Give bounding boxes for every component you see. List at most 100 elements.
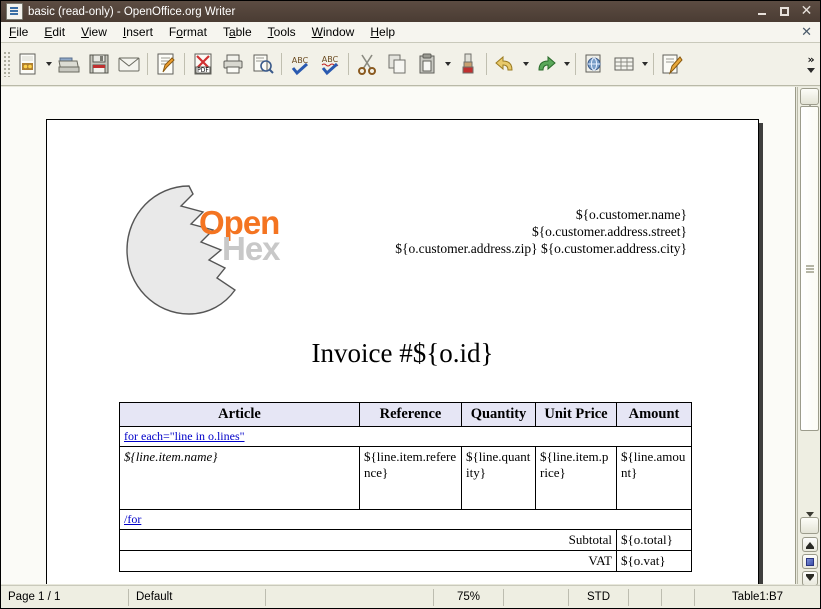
toolbar-separator [575, 53, 576, 75]
table-header-row: Article Reference Quantity Unit Price Am… [120, 403, 692, 427]
logo-word-hex: Hex [222, 230, 280, 268]
minimize-button[interactable] [756, 5, 769, 18]
clone-formatting-icon[interactable] [453, 49, 483, 79]
status-table-cell: Table1:B7 [695, 589, 820, 606]
undo-icon[interactable] [490, 49, 520, 79]
toolbar-grip[interactable] [3, 51, 11, 77]
cell-unit-price[interactable]: ${line.item.price} [536, 447, 617, 510]
customer-street: ${o.customer.address.street} [395, 223, 687, 240]
menu-window[interactable]: Window [304, 23, 363, 41]
chevron-down-icon [806, 517, 814, 535]
cell-article[interactable]: ${line.item.name} [120, 447, 360, 510]
next-page-icon [806, 576, 814, 581]
toolbar-separator [486, 53, 487, 75]
cell-quantity[interactable]: ${line.quantity} [462, 447, 536, 510]
insert-table-dropdown[interactable] [639, 49, 650, 79]
end-for-tag[interactable]: /for [124, 512, 141, 526]
scroll-up-button[interactable] [800, 88, 819, 105]
customer-name: ${o.customer.name} [395, 206, 687, 223]
svg-text:ABC: ABC [322, 55, 339, 64]
cell-reference[interactable]: ${line.item.reference} [360, 447, 462, 510]
new-document-icon[interactable] [13, 49, 43, 79]
previous-page-icon [806, 542, 814, 547]
openhex-logo: Open Hex [117, 182, 277, 322]
close-window-button[interactable]: ✕ [800, 5, 813, 18]
insert-table-icon[interactable] [609, 49, 639, 79]
status-language [266, 589, 434, 606]
vat-value[interactable]: ${o.vat} [617, 551, 692, 572]
customer-address-block: ${o.customer.name} ${o.customer.address.… [395, 206, 687, 257]
scrollbar-thumb[interactable] [800, 106, 819, 431]
status-layout-view [504, 589, 569, 606]
table-row: ${line.item.name} ${line.item.reference}… [120, 447, 692, 510]
for-each-tag[interactable]: for each="line in o.lines" [124, 429, 245, 443]
hyperlink-icon[interactable] [579, 49, 609, 79]
redo-icon[interactable] [531, 49, 561, 79]
spelling-icon[interactable]: ABC [285, 49, 315, 79]
email-document-icon[interactable] [114, 49, 144, 79]
toolbar-separator [147, 53, 148, 75]
print-preview-icon[interactable] [248, 49, 278, 79]
svg-text:PDF: PDF [197, 67, 209, 74]
loop-end-cell[interactable]: /for [120, 510, 692, 530]
cut-icon[interactable] [352, 49, 382, 79]
paste-icon[interactable] [412, 49, 442, 79]
close-document-button[interactable]: ✕ [801, 25, 812, 40]
edit-mode-icon[interactable] [657, 49, 687, 79]
menu-bar: File Edit View Insert Format Table Tools… [1, 22, 820, 43]
header-amount: Amount [617, 403, 692, 427]
status-selection-mode[interactable]: STD [569, 589, 629, 606]
copy-icon[interactable] [382, 49, 412, 79]
cell-amount[interactable]: ${line.amount} [617, 447, 692, 510]
toolbar-overflow-button[interactable]: » [802, 44, 820, 84]
previous-page-button[interactable] [802, 537, 818, 552]
invoice-table: Article Reference Quantity Unit Price Am… [119, 402, 692, 572]
subtotal-value[interactable]: ${o.total} [617, 530, 692, 551]
maximize-button[interactable] [778, 5, 791, 18]
scroll-down-button[interactable] [800, 517, 819, 534]
scrollbar-track[interactable] [800, 106, 819, 516]
toolbar-separator [281, 53, 282, 75]
document-page: Open Hex ${o.customer.name} ${o.customer… [46, 119, 759, 584]
window-controls: ✕ [756, 5, 819, 18]
new-document-dropdown[interactable] [43, 49, 54, 79]
table-row-subtotal: Subtotal ${o.total} [120, 530, 692, 551]
table-row-vat: VAT ${o.vat} [120, 551, 692, 572]
status-modified [629, 589, 662, 606]
menu-tools[interactable]: Tools [260, 23, 304, 41]
invoice-title: Invoice #${o.id} [47, 338, 758, 369]
menu-view[interactable]: View [73, 23, 115, 41]
toolbar-overflow-arrow-icon [807, 68, 815, 73]
vertical-scrollbar[interactable] [797, 87, 821, 584]
status-page-style[interactable]: Default [129, 589, 266, 606]
header-quantity: Quantity [462, 403, 536, 427]
autospellcheck-icon[interactable]: ABC [315, 49, 345, 79]
status-zoom-level[interactable]: 75% [434, 589, 504, 606]
navigation-button[interactable] [802, 554, 818, 569]
menu-insert[interactable]: Insert [115, 23, 161, 41]
open-folder-icon[interactable] [54, 49, 84, 79]
toolbar-overflow-chevron-icon: » [807, 55, 814, 65]
edit-file-icon[interactable] [151, 49, 181, 79]
status-page-number: Page 1 / 1 [1, 589, 129, 606]
menu-help[interactable]: Help [362, 23, 403, 41]
print-icon[interactable] [218, 49, 248, 79]
document-canvas[interactable]: Open Hex ${o.customer.name} ${o.customer… [1, 87, 796, 584]
loop-start-cell[interactable]: for each="line in o.lines" [120, 427, 692, 447]
paste-dropdown[interactable] [442, 49, 453, 79]
menu-format[interactable]: Format [161, 23, 215, 41]
undo-dropdown[interactable] [520, 49, 531, 79]
menu-table[interactable]: Table [215, 23, 260, 41]
redo-dropdown[interactable] [561, 49, 572, 79]
header-reference: Reference [360, 403, 462, 427]
navigation-icon [806, 558, 814, 566]
export-pdf-icon[interactable]: PDF [188, 49, 218, 79]
save-icon[interactable] [84, 49, 114, 79]
menu-file[interactable]: File [1, 23, 36, 41]
writer-document-icon [6, 3, 23, 20]
window-title: basic (read-only) - OpenOffice.org Write… [28, 6, 756, 18]
next-page-button[interactable] [802, 571, 818, 586]
menu-edit[interactable]: Edit [36, 23, 73, 41]
table-row-loop-end: /for [120, 510, 692, 530]
status-bar: Page 1 / 1 Default 75% STD Table1:B7 [1, 585, 820, 608]
